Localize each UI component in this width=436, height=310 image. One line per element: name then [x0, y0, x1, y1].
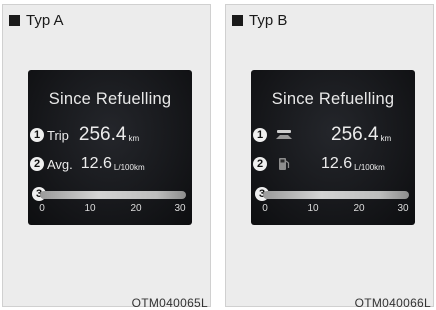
- fuel-economy-bar: [40, 191, 186, 199]
- trip-value: 256.4: [78, 124, 127, 145]
- square-marker-icon: [9, 14, 20, 26]
- trip-unit: km: [128, 134, 140, 143]
- trip-value: 256.4: [331, 124, 379, 145]
- trip-row: 1 256.4 km: [253, 124, 392, 145]
- panel-header: Typ B: [232, 11, 287, 29]
- callout-marker-1: 1: [30, 128, 44, 142]
- square-marker-icon: [232, 14, 243, 26]
- avg-row: 2 Avg. 12.6 L/100km: [30, 154, 145, 174]
- avg-value: 12.6: [321, 155, 353, 172]
- figure-code: OTM040065L: [131, 296, 208, 310]
- figure-code: OTM040066L: [354, 296, 431, 310]
- fuel-economy-bar: [263, 191, 409, 199]
- avg-unit: L/100km: [113, 163, 145, 172]
- tick-label: 10: [307, 203, 319, 214]
- tick-label: 0: [262, 203, 268, 214]
- scale-ticks: 0 10 20 30: [28, 203, 192, 215]
- tick-label: 30: [397, 203, 409, 214]
- distance-icon: [275, 128, 293, 142]
- avg-value: 12.6: [80, 155, 112, 172]
- cluster-display: Since Refuelling 1 Trip 256.4 km 2 Avg. …: [28, 70, 192, 225]
- tick-label: 20: [130, 203, 142, 214]
- screen-title: Since Refuelling: [271, 90, 395, 108]
- callout-marker-1: 1: [253, 128, 267, 142]
- trip-label: Trip: [47, 127, 69, 143]
- trip-row: 1 Trip 256.4 km: [30, 124, 140, 145]
- tick-label: 10: [84, 203, 96, 214]
- trip-unit: km: [380, 134, 392, 143]
- screen-title: Since Refuelling: [48, 90, 172, 108]
- callout-marker-2: 2: [253, 157, 267, 171]
- tick-label: 30: [174, 203, 186, 214]
- panel-header: Typ A: [9, 11, 64, 29]
- panel-label: Typ B: [249, 11, 288, 29]
- panel-label: Typ A: [26, 11, 64, 29]
- tick-label: 20: [353, 203, 365, 214]
- avg-row: 2 12.6 L/100km: [253, 154, 385, 174]
- panel-typ-a: Typ A Since Refuelling 1 Trip 256.4 km 2…: [2, 4, 211, 310]
- tick-label: 0: [39, 203, 45, 214]
- callout-marker-2: 2: [30, 157, 44, 171]
- scale-ticks: 0 10 20 30: [251, 203, 415, 215]
- fuel-pump-icon: [275, 157, 293, 171]
- avg-label: Avg.: [47, 156, 73, 172]
- cluster-display: Since Refuelling 1 256.4 km 2 12.6 L/100…: [251, 70, 415, 225]
- avg-unit: L/100km: [354, 163, 385, 172]
- panel-typ-b: Typ B Since Refuelling 1 256.4 km 2 12.6…: [225, 4, 434, 310]
